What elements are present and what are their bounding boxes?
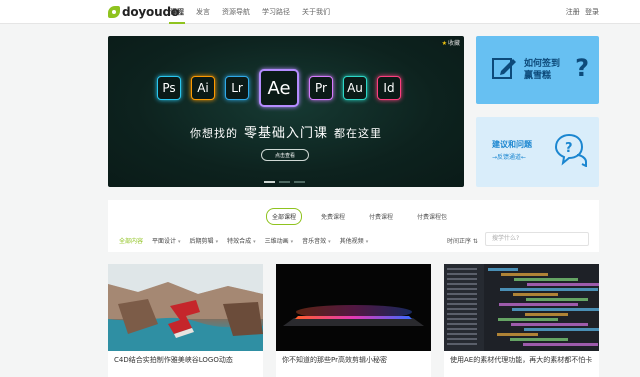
app-icon-lr: Lr	[225, 76, 249, 100]
category-label: 全部内容	[119, 238, 144, 245]
app-icon-ae: Ae	[259, 69, 299, 107]
tab-course-type[interactable]: 付费课程包	[412, 209, 452, 224]
carousel-dots	[264, 181, 309, 183]
category-item[interactable]: 三维动画 ▾	[265, 236, 294, 245]
category-label: 特效合成	[227, 238, 252, 245]
course-title[interactable]: C4D结合实拍制作雅美峡谷LOGO动态	[114, 355, 259, 366]
course-thumbnail	[276, 264, 431, 351]
app-icon-pr: Pr	[309, 76, 333, 100]
carousel-dot[interactable]	[294, 181, 305, 183]
edit-icon	[492, 58, 516, 79]
banner-cta-button[interactable]: 点击查看	[261, 149, 309, 161]
auth-links: 注册 登录	[563, 0, 599, 24]
question-mark: ?	[575, 54, 589, 82]
favorite-button[interactable]: ★收藏	[442, 38, 460, 47]
course-title[interactable]: 使用AE的素材代理功能，再大的素材都不怕卡	[450, 355, 595, 366]
carousel-dot[interactable]	[264, 181, 275, 183]
feedback-subtitle: →反馈通道←	[492, 154, 527, 161]
banner-tagline: 你想找的 零基础入门课 都在这里	[189, 126, 382, 141]
course-thumbnail	[444, 264, 599, 351]
ae-timeline-image	[444, 264, 599, 351]
nav-item[interactable]: 资源导航	[222, 0, 250, 24]
category-item[interactable]: 平面设计 ▾	[152, 236, 181, 245]
nav-item[interactable]: 学习路径	[262, 0, 290, 24]
course-card[interactable]: C4D结合实拍制作雅美峡谷LOGO动态	[108, 264, 263, 377]
tab-course-type[interactable]: 免费课程	[316, 209, 350, 224]
category-item[interactable]: 音乐音效 ▾	[302, 236, 331, 245]
app-icon-au: Au	[343, 76, 367, 100]
chat-bubbles-icon: ?	[554, 133, 587, 167]
register-link[interactable]: 注册	[566, 8, 580, 16]
category-item[interactable]: 特效合成 ▾	[227, 236, 256, 245]
category-label: 后期剪辑	[189, 238, 214, 245]
search-input[interactable]: 搜学什么?	[485, 232, 589, 246]
tab-course-type[interactable]: 全部课程	[266, 208, 303, 225]
star-icon: ★	[441, 40, 447, 47]
svg-text:?: ?	[565, 141, 573, 156]
feedback-title: 建议和问题	[492, 140, 532, 149]
category-label: 三维动画	[264, 238, 289, 245]
canyon-logo-image	[108, 264, 263, 351]
nav-item[interactable]: 课程	[169, 0, 185, 24]
top-navbar: doyoudo 课程 发言 资源导航 学习路径 关于我们 注册 登录	[0, 0, 640, 24]
course-type-tabs: 全部课程 免费课程 付费课程 付费课程包	[266, 208, 466, 225]
course-thumbnail	[108, 264, 263, 351]
app-icons-row: Ps Ai Lr Ae Pr Au Id	[157, 69, 411, 107]
login-link[interactable]: 登录	[585, 8, 599, 16]
chevron-down-icon: ▾	[328, 239, 331, 245]
course-card[interactable]: 你不知道的那些Pr高效剪辑小秘密	[276, 264, 431, 377]
feedback-card[interactable]: 建议和问题 →反馈通道← ?	[476, 117, 599, 187]
category-label: 平面设计	[152, 238, 177, 245]
logo-icon	[108, 6, 120, 18]
nav-item[interactable]: 发言	[196, 0, 210, 24]
chevron-down-icon: ▾	[365, 239, 369, 245]
app-icon-ps: Ps	[157, 76, 181, 100]
tab-course-type[interactable]: 付费课程	[364, 209, 398, 224]
carousel-dot[interactable]	[279, 181, 290, 183]
main-nav: 课程 发言 资源导航 学习路径 关于我们	[169, 0, 342, 24]
chevron-down-icon: ▾	[290, 239, 294, 245]
course-filter-panel: 全部课程 免费课程 付费课程 付费课程包 全部内容 平面设计 ▾ 后期剪辑 ▾ 特效合成 ▾ 三维动…	[108, 200, 599, 252]
course-title[interactable]: 你不知道的那些Pr高效剪辑小秘密	[282, 355, 427, 366]
category-item[interactable]: 全部内容	[119, 236, 143, 245]
laptop-image	[283, 305, 424, 326]
category-item[interactable]: 后期剪辑 ▾	[190, 236, 219, 245]
category-list: 全部内容 平面设计 ▾ 后期剪辑 ▾ 特效合成 ▾ 三维动画 ▾ 音乐音效 ▾ 其他视频 ▾	[119, 236, 377, 245]
nav-item[interactable]: 关于我们	[302, 0, 330, 24]
course-card[interactable]: 使用AE的素材代理功能，再大的素材都不怕卡	[444, 264, 599, 377]
app-icon-id: Id	[377, 76, 401, 100]
category-item[interactable]: 其他视频 ▾	[340, 236, 369, 245]
chevron-down-icon: ▾	[178, 239, 181, 245]
site-logo[interactable]: doyoudo	[108, 4, 179, 20]
category-label: 音乐音效	[302, 238, 327, 245]
sort-toggle[interactable]: 时间正序 ⇅	[447, 236, 478, 245]
chevron-down-icon: ▾	[215, 239, 219, 245]
chevron-down-icon: ▾	[253, 239, 256, 245]
checkin-card[interactable]: 如何签到赢雪糕 ?	[476, 36, 599, 104]
category-label: 其他视频	[339, 238, 364, 245]
app-icon-ai: Ai	[191, 76, 215, 100]
hero-banner[interactable]: ★收藏 Ps Ai Lr Ae Pr Au Id 你想找的 零基础入门课 都在这里 点击查看	[108, 36, 464, 187]
checkin-title: 如何签到赢雪糕	[524, 59, 561, 81]
